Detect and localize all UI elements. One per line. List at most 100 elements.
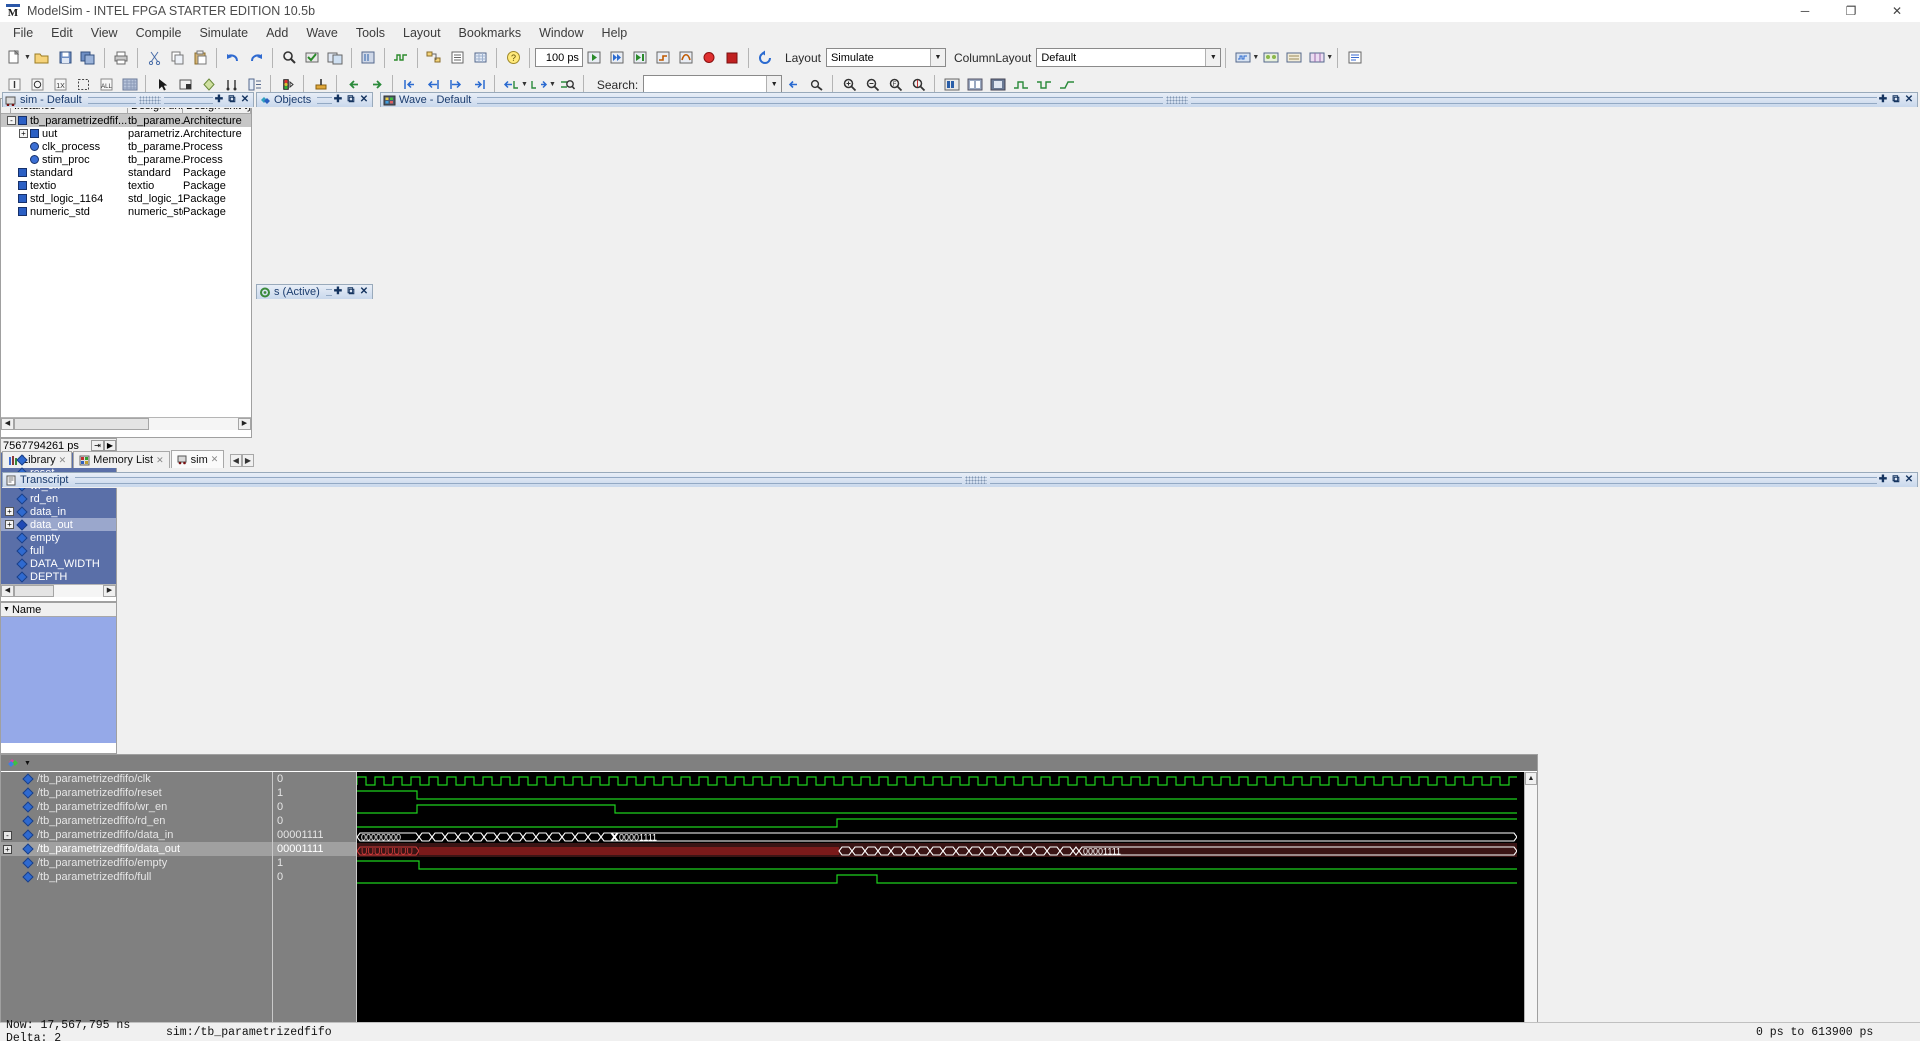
tab-scroll-left-icon[interactable]: ◀ [229,453,242,467]
save-icon[interactable] [54,46,77,69]
layout-combo-chevron-down-icon[interactable]: ▼ [929,49,945,66]
close-button[interactable]: ✕ [1874,0,1920,22]
save-all-icon[interactable] [77,46,100,69]
wave-vscroll-up-icon[interactable]: ▲ [1525,772,1537,785]
wave-radix-chevron-down-icon[interactable]: ▼ [24,760,31,767]
memory-window-icon[interactable] [1305,46,1328,69]
processes-col-name[interactable]: Name [12,604,41,616]
sim-tree[interactable]: -tb_parametrizedfif...tb_parame...Archit… [1,114,251,417]
copy-icon[interactable] [166,46,189,69]
wave-signal-row[interactable]: + /tb_parametrizedfifo/data_out [1,842,272,856]
source-window-icon[interactable] [1343,46,1366,69]
objects-list-item[interactable]: + data_in [1,505,116,518]
wave-signal-row[interactable]: /tb_parametrizedfifo/wr_en [1,800,272,814]
compile-all-icon[interactable] [324,46,347,69]
objects-pane-dock-button[interactable]: ✚ [332,94,344,106]
sim-tree-row[interactable]: + uut parametriz...Architecture [1,127,251,140]
columnlayout-combo-chevron-down-icon[interactable]: ▼ [1205,49,1221,66]
transcript-pane-dock-button[interactable]: ✚ [1877,474,1889,486]
menu-add[interactable]: Add [257,24,297,42]
wave-signal-values[interactable]: 0 1 0 0 00001111 00001111 1 0 [273,772,357,1041]
undo-icon[interactable] [222,46,245,69]
wave-signal-names[interactable]: /tb_parametrizedfifo/clk/tb_parametrized… [1,772,273,1041]
cut-icon[interactable] [143,46,166,69]
tab-memory-list[interactable]: Memory List ✕ [73,451,170,468]
objects-list-item[interactable]: DEPTH [1,570,116,583]
processes-pane-close-button[interactable]: ✕ [358,286,370,298]
list-window-icon[interactable] [1282,46,1305,69]
objects-list-item[interactable]: full [1,544,116,557]
objects-expander-icon[interactable]: + [5,520,14,529]
restart-icon[interactable] [754,46,777,69]
memory-icon[interactable] [469,46,492,69]
wave-pane-dock-button[interactable]: ✚ [1877,94,1889,106]
menu-bookmarks[interactable]: Bookmarks [450,24,531,42]
sim-tree-expander-icon[interactable]: + [19,129,28,138]
sim-tree-row[interactable]: stim_proc tb_parame...Process [1,153,251,166]
menu-view[interactable]: View [82,24,127,42]
wave-pane-close-button[interactable]: ✕ [1903,94,1915,106]
dataflow-window-icon[interactable] [1259,46,1282,69]
menu-edit[interactable]: Edit [42,24,82,42]
wave-signal-row[interactable]: /tb_parametrizedfifo/clk [1,772,272,786]
wave-zoom-icon[interactable] [390,46,413,69]
new-file-icon[interactable] [3,46,26,69]
processes-list[interactable] [1,617,116,743]
minimize-button[interactable]: ─ [1782,0,1828,22]
wave-signal-row[interactable]: /tb_parametrizedfifo/full [1,870,272,884]
redo-icon[interactable] [245,46,268,69]
simulate-icon[interactable] [357,46,380,69]
objects-list-item[interactable]: DATA_WIDTH [1,557,116,570]
menu-wave[interactable]: Wave [297,24,347,42]
sim-hscroll-right-icon[interactable]: ▶ [238,418,251,430]
run-length-input[interactable] [534,48,583,67]
compile-icon[interactable] [301,46,324,69]
sim-hscroll-left-icon[interactable]: ◀ [1,418,14,430]
menu-help[interactable]: Help [593,24,637,42]
tab-library[interactable]: Library ✕ [2,451,73,468]
sim-tree-row[interactable]: numeric_std numeric_std Package [1,205,251,218]
break-icon[interactable] [698,46,721,69]
sim-tree-row[interactable]: std_logic_1164 std_logic_1...Package [1,192,251,205]
wave-signal-expander-icon[interactable]: + [3,844,12,854]
objects-expander-icon[interactable]: + [5,507,14,516]
tab-library-close-icon[interactable]: ✕ [59,455,67,466]
objects-pane-undock-button[interactable]: ⧉ [345,94,357,106]
stop-icon[interactable] [721,46,744,69]
sim-hscrollbar[interactable]: ◀ ▶ [1,417,251,430]
sim-pane-undock-button[interactable]: ⧉ [226,94,238,106]
step-over-icon[interactable] [675,46,698,69]
objects-hscroll-right-icon[interactable]: ▶ [103,585,116,597]
processes-sort-chevron-down-icon[interactable]: ▼ [1,606,12,613]
menu-window[interactable]: Window [530,24,592,42]
layout-combo[interactable]: Simulate ▼ [825,48,946,67]
menu-tools[interactable]: Tools [347,24,394,42]
wave-vscrollbar[interactable]: ▲ ▼ [1524,772,1537,1041]
run-all-icon[interactable] [629,46,652,69]
print-icon[interactable] [110,46,133,69]
wave-window-icon[interactable] [1231,46,1254,69]
tab-sim-close-icon[interactable]: ✕ [211,454,219,465]
objects-pane-close-button[interactable]: ✕ [358,94,370,106]
find-icon[interactable] [278,46,301,69]
tab-scroll-right-icon[interactable]: ▶ [241,453,254,467]
transcript-pane-close-button[interactable]: ✕ [1903,474,1915,486]
wave-signal-row[interactable]: /tb_parametrizedfifo/rd_en [1,814,272,828]
sim-pane-close-button[interactable]: ✕ [239,94,251,106]
open-file-icon[interactable] [31,46,54,69]
run-icon[interactable] [583,46,606,69]
objects-list-item[interactable]: + data_out [1,518,116,531]
objects-hscrollbar[interactable]: ◀ ▶ [1,584,116,597]
dataflow-icon[interactable] [423,46,446,69]
objects-list-item[interactable]: rd_en [1,492,116,505]
columnlayout-combo[interactable]: Default ▼ [1036,48,1222,67]
menu-simulate[interactable]: Simulate [190,24,257,42]
menu-layout[interactable]: Layout [394,24,450,42]
tab-memory-list-close-icon[interactable]: ✕ [156,455,164,466]
tab-sim[interactable]: sim ✕ [170,450,225,468]
sim-tree-row[interactable]: clk_process tb_parame...Process [1,140,251,153]
wave-signal-row[interactable]: /tb_parametrizedfifo/reset [1,786,272,800]
sim-pane-dock-button[interactable]: ✚ [213,94,225,106]
maximize-button[interactable]: ❐ [1828,0,1874,22]
wave-canvas[interactable]: 00000000 00001111 UUUUUUUU 00001111 [357,772,1524,1041]
